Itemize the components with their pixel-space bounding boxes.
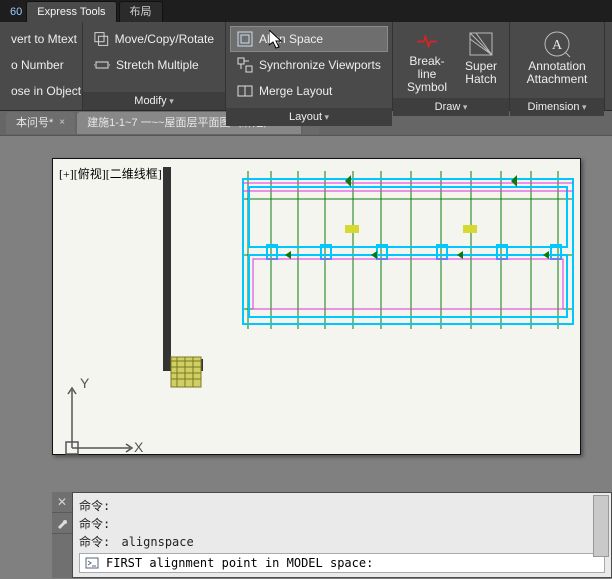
file-tab-1-label: 本问号*: [16, 112, 53, 134]
synchronize-viewports-button[interactable]: Synchronize Viewports: [230, 52, 388, 78]
ribbon-panel-modify: Move/Copy/Rotate Stretch Multiple Modify: [83, 22, 226, 110]
align-space-button[interactable]: Align Space: [230, 26, 388, 52]
panel-title-layout[interactable]: Layout: [226, 108, 392, 126]
move-copy-rotate-button[interactable]: Move/Copy/Rotate: [87, 26, 221, 52]
ribbon: vert to Mtext o Number ose in Object . M…: [0, 22, 612, 111]
sync-viewports-icon: [237, 57, 253, 73]
mode-tab-layout[interactable]: 布局: [119, 1, 163, 22]
command-line-panel: ✕ 命令: 命令: 命令: alignspace: [52, 492, 612, 578]
super-hatch-label: Super Hatch: [465, 60, 497, 86]
merge-layout-icon: [237, 83, 253, 99]
command-line-gutter: ✕: [52, 492, 72, 578]
align-space-label: Align Space: [259, 32, 323, 46]
convert-to-mtext-button[interactable]: vert to Mtext: [4, 26, 78, 52]
mode-tab-60[interactable]: 60: [6, 2, 26, 22]
svg-text:A: A: [552, 38, 563, 53]
ucs-icon: Y X: [60, 370, 150, 460]
annotation-attachment-button[interactable]: A Annotation Attachment: [514, 26, 600, 94]
merge-layout-label: Merge Layout: [259, 84, 332, 98]
command-input[interactable]: [104, 555, 604, 571]
super-hatch-icon: [467, 30, 495, 58]
command-history-line: 命令: alignspace: [79, 533, 605, 551]
auto-number-label: o Number: [11, 58, 64, 72]
command-input-row[interactable]: [79, 553, 605, 573]
ribbon-panel-dimension: A Annotation Attachment Dimension: [510, 22, 605, 110]
command-prompt-label: 命令:: [79, 535, 110, 549]
axis-y-label: Y: [80, 375, 90, 391]
panel-title-draw[interactable]: Draw: [393, 98, 509, 116]
panel-title-dimension[interactable]: Dimension: [510, 98, 604, 116]
enclose-in-object-button[interactable]: ose in Object: [4, 78, 78, 104]
app-mode-tabs: 60 Express Tools 布局: [0, 0, 612, 22]
annotation-attachment-label: Annotation Attachment: [522, 60, 592, 86]
auto-number-button[interactable]: o Number: [4, 52, 78, 78]
ribbon-panel-layout: Align Space Synchronize Viewports Merge …: [226, 22, 393, 110]
move-copy-rotate-label: Move/Copy/Rotate: [115, 32, 214, 46]
close-icon[interactable]: ×: [59, 112, 65, 134]
stretch-multiple-button[interactable]: Stretch Multiple: [87, 52, 221, 78]
command-line-settings-button[interactable]: [52, 513, 72, 534]
sync-viewports-label: Synchronize Viewports: [259, 58, 381, 72]
command-history-line: 命令:: [79, 497, 605, 515]
break-line-icon: [413, 30, 441, 53]
command-scrollbar[interactable]: [593, 495, 609, 557]
enclose-label: ose in Object: [11, 84, 81, 98]
x-icon: ✕: [57, 495, 67, 509]
mode-tab-express-tools[interactable]: Express Tools: [26, 1, 116, 22]
move-copy-rotate-icon: [94, 31, 109, 47]
align-space-icon: [237, 31, 253, 47]
break-line-symbol-button[interactable]: Break-line Symbol: [397, 26, 457, 94]
close-command-line-button[interactable]: ✕: [52, 492, 72, 513]
stretch-multiple-label: Stretch Multiple: [116, 58, 199, 72]
command-history[interactable]: 命令: 命令: 命令: alignspace: [72, 492, 612, 578]
command-history-line: 命令:: [79, 515, 605, 533]
panel-title-modify[interactable]: Modify: [83, 92, 225, 110]
stretch-multiple-icon: [94, 57, 110, 73]
file-tab-1[interactable]: 本问号* ×: [6, 112, 75, 134]
ribbon-panel-draw: Break-line Symbol Super Hatch Draw: [393, 22, 510, 110]
ribbon-panel-text: vert to Mtext o Number ose in Object .: [0, 22, 83, 110]
annotation-attachment-icon: A: [543, 30, 571, 58]
command-text: alignspace: [121, 535, 193, 549]
super-hatch-button[interactable]: Super Hatch: [457, 26, 505, 94]
wrench-icon: [55, 516, 69, 530]
break-line-label: Break-line Symbol: [405, 55, 449, 94]
command-prompt-icon: [84, 555, 100, 571]
merge-layout-button[interactable]: Merge Layout: [230, 78, 388, 104]
axis-x-label: X: [134, 439, 144, 455]
convert-to-mtext-label: vert to Mtext: [11, 32, 77, 46]
